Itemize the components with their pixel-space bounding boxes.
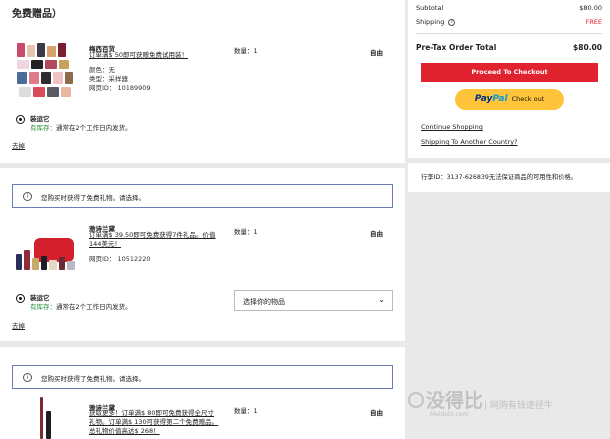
paypal-logo-pal: Pal (492, 94, 508, 104)
ship-it-label: 装运它 (30, 294, 50, 302)
section-title: 免费赠品） (12, 9, 62, 20)
info-icon: i (23, 373, 32, 382)
quantity-label: 数量：1 (234, 47, 258, 55)
free-gift-notice: i 您购买时获得了免费礼物。请选择。 (12, 184, 393, 208)
paypal-checkout-button[interactable]: PayPal Check out (455, 89, 564, 110)
free-gift-notice: i 您购买时获得了免费礼物。请选择。 (12, 365, 393, 389)
bag-id-panel: 行李ID：3137-626839无法保证商品的可用性和价格。 (408, 163, 610, 192)
gift-item-select[interactable]: 选择你的物品 ⌄ (234, 290, 393, 311)
product-web-id: 网页ID： 10512220 (89, 255, 151, 263)
stock-status: 有库存：通常在2个工作日内发货。 (30, 303, 132, 312)
offer-line-1: 订单满$ 39.50即可免费获得7件礼品。价值 (89, 231, 216, 239)
watermark-logo-icon (408, 392, 424, 408)
product-image-sampler[interactable] (17, 43, 77, 101)
order-summary-panel: Subtotal $80.00 Shipping i FREE Pre-Tax … (408, 0, 610, 158)
cart-item-card-1: 免费赠品） 梅西百货 订单满$ 50即可获赠免费试用装！ 颜色：无 类型：采样器… (0, 0, 405, 163)
shipping-label: Shipping (416, 18, 445, 26)
subtotal-value: $80.00 (579, 4, 602, 12)
watermark-main: 没得比 (426, 390, 484, 412)
quantity-label: 数量：1 (234, 407, 258, 415)
divider (416, 33, 602, 34)
ship-it-radio[interactable] (16, 294, 25, 303)
quantity-label: 数量：1 (234, 228, 258, 236)
proceed-to-checkout-button[interactable]: Proceed To Checkout (421, 63, 598, 82)
select-value: 选择你的物品 (243, 298, 285, 306)
info-icon[interactable]: i (448, 18, 456, 26)
paypal-checkout-label: Check out (511, 95, 545, 103)
chevron-down-icon: ⌄ (378, 295, 385, 304)
stock-status: 有库存：通常在2个工作日内发货。 (30, 124, 132, 133)
paypal-logo-pay: Pay (474, 94, 493, 104)
cart-item-card-2: i 您购买时获得了免费礼物。请选择。 雅诗兰黛 订单满$ 39.50即可免费获得… (0, 168, 405, 341)
cart-item-card-3: i 您购买时获得了免费礼物。请选择。 雅诗兰黛 获取更多！订单满$ 80即可免费… (0, 347, 405, 439)
ship-time-text: 通常在2个工作日内发货。 (56, 124, 132, 132)
ship-time-text: 通常在2个工作日内发货。 (56, 303, 132, 311)
product-offer-link[interactable]: 订单满$ 39.50即可免费获得7件礼品。价值 144美元！ (89, 231, 215, 249)
product-image-lipstick[interactable] (34, 397, 52, 439)
price-free: 自由 (370, 49, 383, 57)
offer-line-2: 礼物。订单满$ 130可获得第二个免费赠品。 (89, 418, 219, 426)
product-offer-link[interactable]: 获取更多！订单满$ 80即可免费获得全尺寸 礼物。订单满$ 130可获得第二个免… (89, 409, 218, 436)
remove-link[interactable]: 去掉 (12, 320, 25, 330)
product-web-id: 网页ID： 10189909 (89, 84, 151, 92)
watermark-url: Meidebi.com (430, 411, 469, 418)
ship-it-label: 装运它 (30, 115, 50, 123)
price-free: 自由 (370, 230, 383, 238)
shipping-row: Shipping i FREE (416, 18, 602, 26)
pretax-value: $80.00 (573, 43, 602, 52)
product-offer-link[interactable]: 订单满$ 50即可获赠免费试用装！ (89, 51, 188, 60)
in-stock-text: 有库存： (30, 124, 56, 132)
price-free: 自由 (370, 409, 383, 417)
ship-it-radio[interactable] (16, 115, 25, 124)
subtotal-row: Subtotal $80.00 (416, 4, 602, 12)
info-icon: i (23, 192, 32, 201)
shipping-value: FREE (585, 18, 602, 26)
notice-text: 您购买时获得了免费礼物。请选择。 (41, 194, 145, 202)
bag-id-text: 行李ID：3137-626839无法保证商品的可用性和价格。 (421, 174, 578, 181)
cart-items-column: 免费赠品） 梅西百货 订单满$ 50即可获赠免费试用装！ 颜色：无 类型：采样器… (0, 0, 405, 439)
ship-another-country-link[interactable]: Shipping To Another Country? (421, 138, 518, 146)
order-summary-column: Subtotal $80.00 Shipping i FREE Pre-Tax … (408, 0, 610, 439)
notice-text: 您购买时获得了免费礼物。请选择。 (41, 375, 145, 383)
subtotal-label: Subtotal (416, 4, 444, 12)
pretax-total-row: Pre-Tax Order Total $80.00 (416, 43, 602, 52)
offer-line-3: 总礼物价值高达$ 268！ (89, 427, 160, 435)
watermark-tagline: | 网购有钱途径牛 (484, 401, 553, 411)
offer-line-1: 获取更多！订单满$ 80即可免费获得全尺寸 (89, 409, 214, 417)
offer-line-2: 144美元！ (89, 240, 121, 248)
pretax-label: Pre-Tax Order Total (416, 43, 497, 52)
in-stock-text: 有库存： (30, 303, 56, 311)
continue-shopping-link[interactable]: Continue Shopping (421, 123, 483, 131)
remove-link[interactable]: 去掉 (12, 140, 25, 150)
product-image-gift-bag[interactable] (16, 238, 76, 272)
